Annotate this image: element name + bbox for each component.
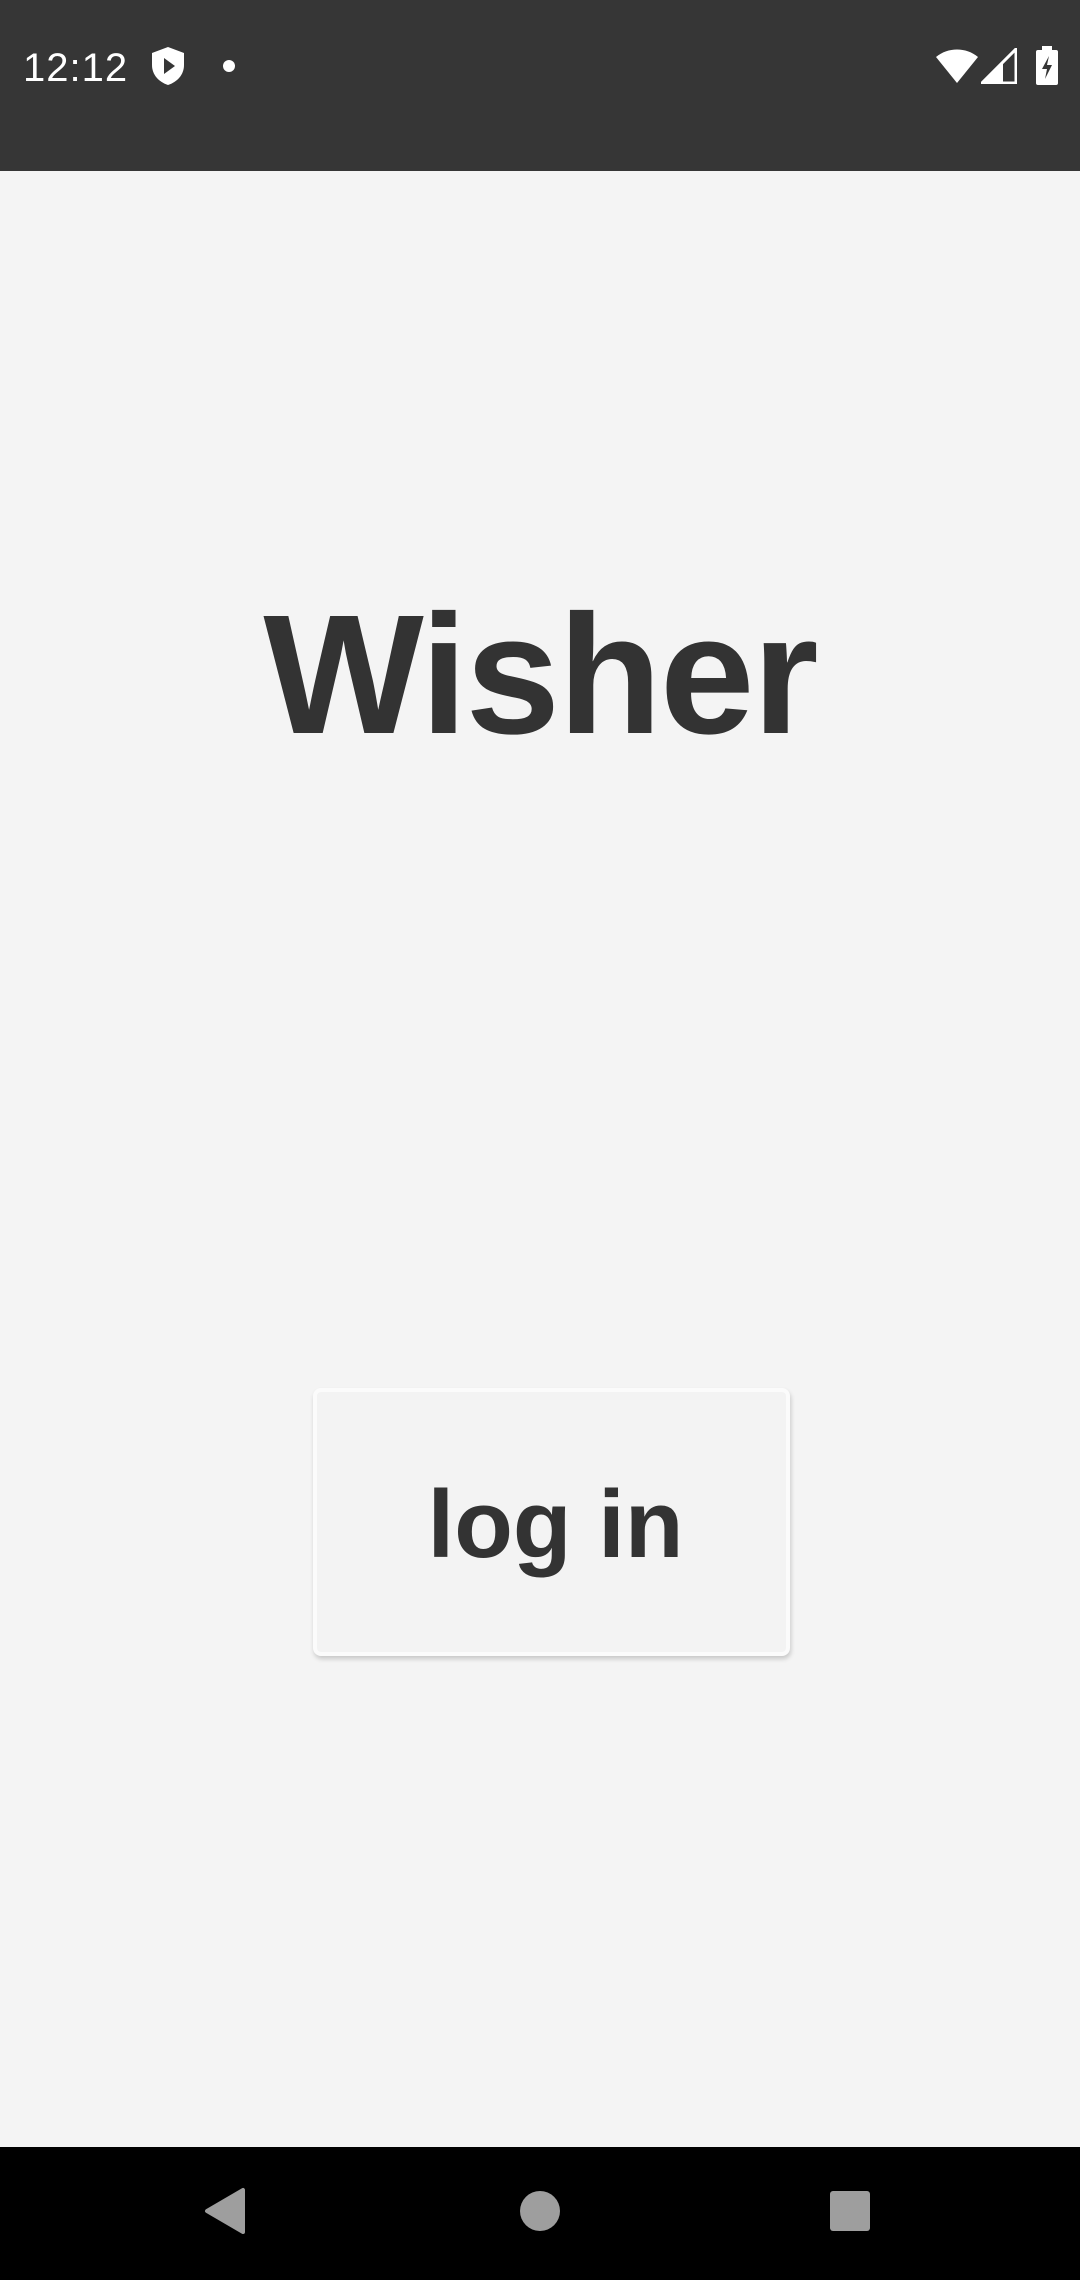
cell-signal-icon: [978, 45, 1018, 89]
back-icon: [203, 2187, 247, 2240]
wifi-icon: [935, 48, 979, 89]
home-button[interactable]: [465, 2147, 615, 2280]
recents-icon: [828, 2189, 872, 2238]
shield-play-icon: [150, 46, 186, 91]
notification-dot-icon: [222, 59, 236, 78]
home-icon: [518, 2189, 562, 2238]
status-bar: 12:12: [0, 0, 1080, 171]
login-button-label: log in: [427, 1471, 684, 1578]
recents-button[interactable]: [775, 2147, 925, 2280]
battery-charging-icon: [1035, 46, 1059, 91]
back-button[interactable]: [150, 2147, 300, 2280]
app-screen: 12:12 Wisher log in: [0, 0, 1080, 2280]
login-button[interactable]: log in: [313, 1388, 790, 1656]
navigation-bar: [0, 2147, 1080, 2280]
app-title: Wisher: [263, 580, 818, 770]
status-time: 12:12: [23, 46, 129, 90]
